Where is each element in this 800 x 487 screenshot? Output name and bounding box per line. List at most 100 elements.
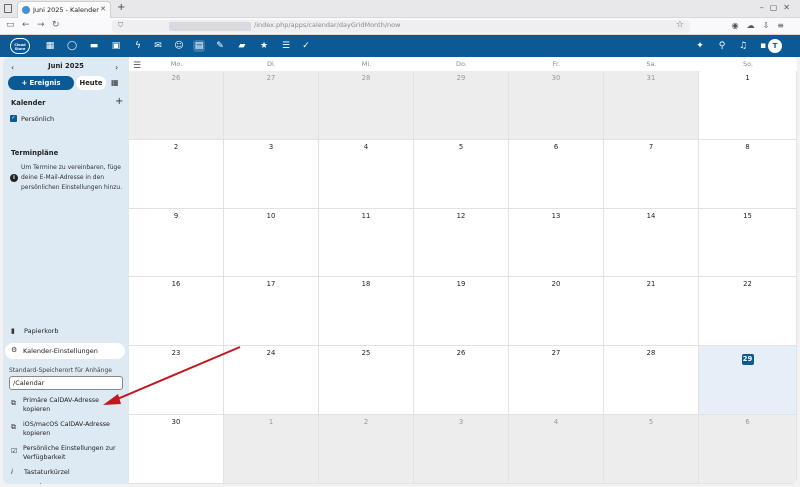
day-number[interactable]: 4 — [319, 143, 413, 151]
files-icon[interactable]: ▬ — [88, 40, 100, 52]
day-cell[interactable]: 27 — [224, 71, 319, 140]
new-event-button[interactable]: + Ereignis — [8, 76, 74, 90]
day-cell[interactable]: 30 — [129, 415, 224, 484]
search-icon[interactable]: ⚲ — [716, 40, 728, 52]
search-app-icon[interactable]: ◯ — [66, 40, 78, 52]
day-cell[interactable]: 15 — [699, 208, 797, 278]
day-number[interactable]: 18 — [319, 280, 413, 288]
day-cell[interactable]: 26 — [414, 346, 509, 415]
calendar-icon[interactable]: ▤ — [193, 40, 205, 52]
sidebar-toggle-icon[interactable]: ▭ — [6, 20, 15, 30]
next-month-button[interactable]: › — [115, 63, 118, 72]
day-cell[interactable]: 19 — [414, 277, 509, 347]
day-cell[interactable]: 9 — [129, 208, 224, 278]
day-number[interactable]: 29 — [414, 74, 508, 82]
day-number[interactable]: 3 — [224, 143, 318, 151]
browser-tab[interactable]: Juni 2025 - Kalender - Da ✕ — [17, 1, 111, 18]
day-cell-today[interactable]: 29 — [699, 346, 797, 415]
day-cell[interactable]: 11 — [319, 208, 414, 278]
day-number[interactable]: 26 — [129, 74, 223, 82]
day-number[interactable]: 1 — [699, 74, 796, 82]
mail-icon[interactable]: ✉ — [152, 40, 164, 52]
day-cell[interactable]: 3 — [224, 139, 319, 209]
bookmark-star-icon[interactable]: ☆ — [676, 20, 684, 30]
deck-icon[interactable]: ▰ — [236, 40, 248, 52]
day-cell[interactable]: 20 — [509, 277, 604, 347]
day-number[interactable]: 31 — [604, 74, 698, 82]
day-number[interactable]: 8 — [699, 143, 796, 151]
day-number[interactable]: 23 — [129, 349, 223, 357]
day-cell[interactable]: 3 — [414, 415, 509, 484]
day-cell[interactable]: 14 — [604, 208, 699, 278]
day-number[interactable]: 10 — [224, 212, 318, 220]
day-number[interactable]: 24 — [224, 349, 318, 357]
day-cell[interactable]: 31 — [604, 71, 699, 140]
day-cell[interactable]: 2 — [129, 139, 224, 209]
day-cell[interactable]: 28 — [604, 346, 699, 415]
day-number[interactable]: 2 — [129, 143, 223, 151]
day-number[interactable]: 3 — [414, 418, 508, 426]
day-cell[interactable]: 5 — [414, 139, 509, 209]
day-cell[interactable]: 21 — [604, 277, 699, 347]
day-cell[interactable]: 13 — [509, 208, 604, 278]
user-avatar[interactable]: T — [768, 39, 782, 53]
day-number[interactable]: 9 — [129, 212, 223, 220]
day-cell[interactable]: 1 — [224, 415, 319, 484]
day-number[interactable]: 11 — [319, 212, 413, 220]
day-number[interactable]: 27 — [224, 74, 318, 82]
calendar-settings-button[interactable]: ⚙ Kalender-Einstellungen — [5, 343, 125, 359]
day-cell[interactable]: 28 — [319, 71, 414, 140]
new-tab-button[interactable]: + — [117, 2, 125, 13]
today-button[interactable]: Heute — [76, 76, 106, 90]
back-icon[interactable]: ← — [22, 20, 30, 30]
day-cell[interactable]: 2 — [319, 415, 414, 484]
calendar-item-personal[interactable]: Persönlich — [21, 115, 54, 123]
day-cell[interactable]: 23 — [129, 346, 224, 415]
dashboard-icon[interactable]: ▦ — [44, 40, 56, 52]
day-number[interactable]: 21 — [604, 280, 698, 288]
day-number[interactable]: 6 — [509, 143, 603, 151]
day-cell[interactable]: 7 — [604, 139, 699, 209]
day-cell[interactable]: 4 — [319, 139, 414, 209]
contacts-icon[interactable]: ☺ — [173, 40, 185, 52]
assistant-sparkle-icon[interactable]: ✦ — [694, 40, 706, 52]
reload-icon[interactable]: ↻ — [52, 20, 60, 30]
shield-icon[interactable]: ⛉ — [118, 21, 123, 30]
day-number[interactable]: 28 — [319, 74, 413, 82]
day-cell[interactable]: 27 — [509, 346, 604, 415]
day-cell[interactable]: 16 — [129, 277, 224, 347]
add-calendar-button[interactable]: + — [115, 96, 123, 107]
copy-primary-caldav-button[interactable]: ⧉ Primäre CalDAV-Adresse kopieren — [8, 396, 126, 416]
day-cell[interactable]: 8 — [699, 139, 797, 209]
day-number[interactable]: 4 — [509, 418, 603, 426]
day-number[interactable]: 30 — [129, 418, 223, 426]
day-number[interactable]: 15 — [699, 212, 796, 220]
day-number[interactable]: 22 — [699, 280, 796, 288]
day-cell[interactable]: 5 — [604, 415, 699, 484]
previous-month-button[interactable]: ‹ — [11, 63, 14, 72]
calendar-checkbox-icon[interactable]: ✓ — [10, 115, 17, 122]
day-number[interactable]: 20 — [509, 280, 603, 288]
day-cell[interactable]: 1 — [699, 71, 797, 140]
day-number[interactable]: 25 — [319, 349, 413, 357]
tab-list-icon[interactable] — [4, 4, 12, 13]
day-cell[interactable]: 6 — [699, 415, 797, 484]
day-number[interactable]: 27 — [509, 349, 603, 357]
day-number[interactable]: 26 — [414, 349, 508, 357]
tasks-check-icon[interactable]: ✓ — [300, 40, 312, 52]
day-number[interactable]: 19 — [414, 280, 508, 288]
notifications-bell-icon[interactable]: ♫ — [737, 40, 749, 52]
day-number[interactable]: 5 — [604, 418, 698, 426]
day-cell[interactable]: 24 — [224, 346, 319, 415]
day-number[interactable]: 6 — [699, 418, 796, 426]
day-number[interactable]: 30 — [509, 74, 603, 82]
activity-icon[interactable]: ϟ — [132, 40, 144, 52]
availability-settings-button[interactable]: ☑ Persönliche Einstellungen zur Verfügba… — [8, 444, 126, 464]
view-grid-icon[interactable]: ▦ — [111, 78, 119, 87]
day-cell[interactable]: 25 — [319, 346, 414, 415]
day-cell[interactable]: 29 — [414, 71, 509, 140]
day-cell[interactable]: 12 — [414, 208, 509, 278]
day-cell[interactable]: 10 — [224, 208, 319, 278]
copy-ios-caldav-button[interactable]: ⧉ iOS/macOS CalDAV-Adresse kopieren — [8, 420, 126, 440]
browser-extensions-icon[interactable]: ◉☁⇩≡ — [732, 21, 792, 30]
